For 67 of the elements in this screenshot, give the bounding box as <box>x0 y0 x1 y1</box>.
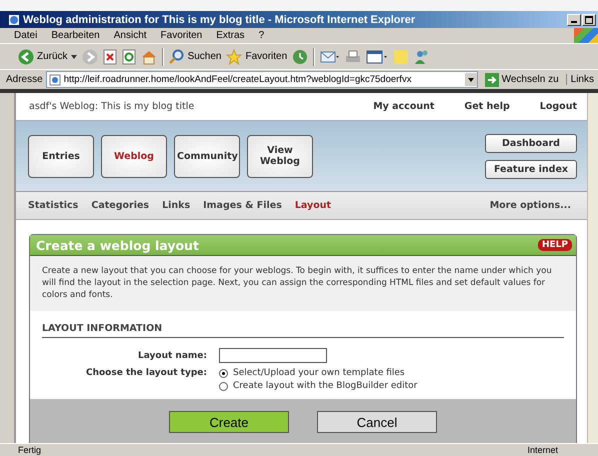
home-icon[interactable] <box>140 48 157 64</box>
status-text: Fertig <box>18 445 42 455</box>
more-options-link[interactable]: More options... <box>490 200 571 211</box>
field-label: Layout name: <box>137 350 207 360</box>
forward-icon[interactable] <box>82 48 98 64</box>
form-button[interactable]: Cancel <box>317 411 437 433</box>
option-label: Create layout with the BlogBuilder editor <box>233 381 418 391</box>
zone-text: Internet <box>527 445 558 455</box>
page-icon <box>48 74 61 86</box>
main-tab[interactable]: Entries <box>28 134 94 178</box>
form-button[interactable]: Create <box>169 411 289 433</box>
radio-button[interactable] <box>219 368 228 378</box>
radio-button[interactable] <box>219 382 228 390</box>
stop-icon[interactable] <box>102 48 117 64</box>
dropdown-button[interactable] <box>464 73 477 86</box>
help-button[interactable]: HELP <box>538 239 572 251</box>
search-button[interactable]: Suchen <box>168 48 222 64</box>
menu-item[interactable]: Extras <box>216 30 245 41</box>
history-icon[interactable] <box>292 48 308 64</box>
minimize-icon <box>571 21 577 23</box>
subnav-link[interactable]: Statistics <box>28 200 78 211</box>
main-tab[interactable]: View Weblog <box>247 134 313 178</box>
main-tab[interactable]: Weblog <box>101 134 167 178</box>
refresh-icon[interactable] <box>122 48 136 64</box>
side-button[interactable]: Dashboard <box>485 134 577 152</box>
section-heading: LAYOUT INFORMATION <box>42 323 564 338</box>
maximize-button[interactable] <box>582 14 596 26</box>
go-arrow-icon <box>484 72 499 86</box>
favorites-button[interactable]: Favoriten <box>226 48 288 64</box>
menu-item[interactable]: Datei <box>14 30 38 41</box>
subnav-link[interactable]: Links <box>162 200 190 211</box>
minimize-button[interactable] <box>567 14 581 26</box>
field-label: Choose the layout type: <box>84 368 207 378</box>
scrollbar[interactable] <box>587 93 598 443</box>
address-label: Adresse <box>6 74 43 85</box>
menu-item[interactable]: Ansicht <box>114 30 147 41</box>
card-title: Create a weblog layout <box>36 238 199 252</box>
search-icon <box>168 48 185 64</box>
windows-logo-icon <box>574 28 598 43</box>
menu-item[interactable]: Bearbeiten <box>51 30 100 41</box>
blog-title: asdf's Weblog: This is my blog title <box>29 101 194 112</box>
layout-name-field[interactable] <box>219 348 327 363</box>
menu-item[interactable]: ? <box>258 30 264 41</box>
window-title: Weblog administration for This is my blog title - Microsoft Internet Explorer <box>23 14 416 26</box>
header-link[interactable]: Get help <box>464 101 510 112</box>
maximize-icon <box>585 16 593 24</box>
header-link[interactable]: My account <box>373 101 434 112</box>
option-label: Select/Upload your own template files <box>233 368 405 378</box>
address-field[interactable]: http://leif.roadrunner.home/lookAndFeel/createLayout.htm?weblogId=gkc75doerfvx <box>46 71 478 88</box>
go-button[interactable]: Wechseln zu <box>480 72 563 86</box>
star-icon <box>226 48 242 64</box>
caret-icon <box>70 54 77 58</box>
subnav-link[interactable]: Categories <box>91 200 150 211</box>
menu-item[interactable]: Favoriten <box>160 30 202 41</box>
people-icon[interactable] <box>414 48 430 64</box>
header-link[interactable]: Logout <box>540 101 577 112</box>
side-button[interactable]: Feature index <box>485 160 577 178</box>
links-button[interactable]: Links <box>566 74 598 85</box>
description-text: Create a new layout that you can choose for your weblogs. To begin with, it suffices to enter the name under which you will find the layout in the selection page. Next, you can assign the corresponding HTML files and set default values for colors and fonts. <box>30 256 576 311</box>
subnav-link[interactable]: Layout <box>294 200 332 211</box>
mail-icon[interactable] <box>320 48 340 64</box>
subnav-link[interactable]: Images & Files <box>203 200 282 211</box>
back-button[interactable]: Zurück <box>18 48 77 64</box>
browser-icon <box>8 14 20 26</box>
printer-icon[interactable] <box>345 48 362 64</box>
main-tab[interactable]: Community <box>174 134 240 178</box>
caret-icon <box>468 78 474 82</box>
